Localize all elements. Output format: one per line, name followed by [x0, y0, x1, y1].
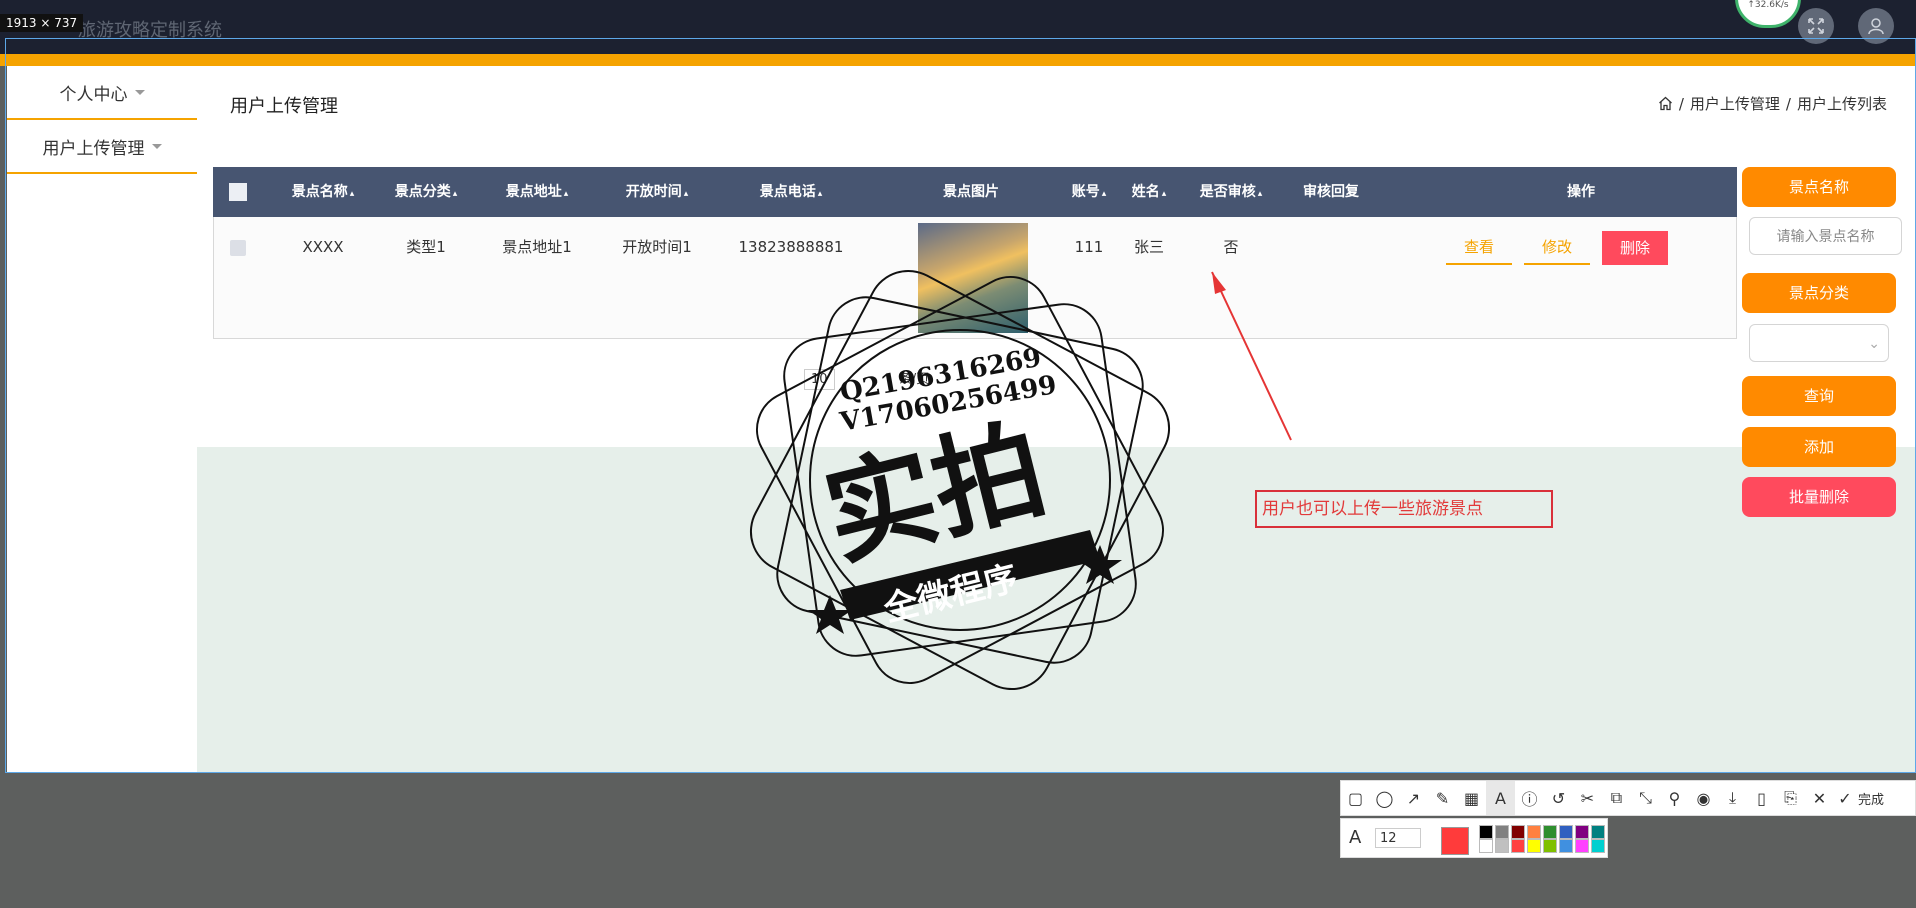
column-header: 景点图片 — [943, 184, 999, 200]
add-button[interactable]: 添加 — [1742, 427, 1896, 467]
color-swatch[interactable] — [1559, 839, 1573, 853]
color-swatch[interactable] — [1511, 825, 1525, 839]
column-header[interactable]: 景点地址 — [489, 167, 585, 217]
name-filter-label: 景点名称 — [1742, 167, 1896, 207]
phone-icon[interactable]: ▯ — [1747, 781, 1776, 815]
row-checkbox[interactable] — [213, 217, 263, 277]
color-swatch[interactable] — [1495, 839, 1509, 853]
view-button[interactable]: 查看 — [1446, 231, 1512, 265]
breadcrumb-separator: / — [1678, 94, 1684, 113]
batch-delete-button[interactable]: 批量删除 — [1742, 477, 1896, 517]
breadcrumb-separator: / — [1785, 94, 1791, 113]
annotation-arrow — [1211, 271, 1292, 441]
ocr-icon[interactable]: ⧉ — [1602, 781, 1631, 815]
column-header[interactable]: 账号 — [1059, 167, 1119, 217]
sidebar-item-label: 个人中心 — [59, 84, 128, 105]
table-header: 景点名称 景点分类 景点地址 开放时间 景点电话 景点图片 账号 姓名 是否审核… — [213, 167, 1737, 217]
number-icon[interactable]: ⓘ — [1515, 781, 1544, 815]
breadcrumb-item[interactable]: 用户上传管理 — [1690, 93, 1780, 114]
category-select[interactable]: ⌄ — [1749, 324, 1889, 362]
sidebar-item-label: 用户上传管理 — [42, 138, 145, 159]
cell-address: 景点地址1 — [502, 238, 572, 256]
text-style-panel: A 12 — [1340, 818, 1608, 858]
done-button[interactable]: 完成 — [1858, 789, 1884, 808]
color-swatch[interactable] — [1559, 825, 1573, 839]
sidebar-item-personal-center[interactable]: 个人中心 — [7, 66, 197, 120]
pin-icon[interactable]: ⚲ — [1660, 781, 1689, 815]
sidebar: 个人中心 用户上传管理 — [7, 66, 197, 773]
edit-button[interactable]: 修改 — [1524, 231, 1590, 265]
column-header: 审核回复 — [1303, 184, 1359, 200]
sidebar-item-upload-management[interactable]: 用户上传管理 — [7, 120, 197, 174]
chevron-down-icon — [151, 143, 162, 149]
user-avatar-icon[interactable] — [1858, 8, 1894, 44]
cell-category: 类型1 — [406, 238, 446, 256]
annotation-text-box[interactable]: 用户也可以上传一些旅游景点 — [1255, 490, 1553, 528]
chevron-down-icon — [134, 89, 145, 95]
column-header[interactable]: 景点电话 — [743, 167, 839, 217]
ellipse-icon[interactable]: ◯ — [1370, 781, 1399, 815]
watermark-stamp: Q2196316269 V17060256499 实拍 全微程序 — [749, 269, 1171, 691]
category-filter-label: 景点分类 — [1742, 273, 1896, 313]
font-size-select[interactable]: 12 — [1375, 828, 1421, 848]
breadcrumb: / 用户上传管理 / 用户上传列表 — [1658, 93, 1887, 114]
color-swatch[interactable] — [1511, 839, 1525, 853]
header-accent-bar — [0, 54, 1916, 66]
cut-icon[interactable]: ✂ — [1573, 781, 1602, 815]
select-all-checkbox[interactable] — [213, 167, 263, 217]
page-title: 用户上传管理 — [230, 96, 338, 117]
mosaic-icon[interactable]: ▦ — [1457, 781, 1486, 815]
color-swatch[interactable] — [1543, 839, 1557, 853]
undo-icon[interactable]: ↺ — [1544, 781, 1573, 815]
scroll-icon[interactable]: ⤡ — [1631, 781, 1660, 815]
check-icon[interactable]: ✓ — [1834, 781, 1856, 815]
download-icon[interactable]: ⤓ — [1718, 781, 1747, 815]
record-icon[interactable]: ◉ — [1689, 781, 1718, 815]
color-swatch[interactable] — [1543, 825, 1557, 839]
color-swatch[interactable] — [1575, 839, 1589, 853]
breadcrumb-item: 用户上传列表 — [1796, 95, 1887, 113]
query-button[interactable]: 查询 — [1742, 376, 1896, 416]
bookmark-icon[interactable]: ⎘ — [1776, 781, 1805, 815]
app-title: 旅游攻略定制系统 — [78, 20, 222, 41]
cell-open-time: 开放时间1 — [622, 238, 692, 256]
color-swatch[interactable] — [1591, 839, 1605, 853]
fullscreen-icon[interactable] — [1798, 8, 1834, 44]
delete-button[interactable]: 删除 — [1602, 231, 1668, 265]
column-header: 操作 — [1567, 184, 1595, 200]
name-search-input[interactable]: 请输入景点名称 — [1749, 217, 1902, 255]
chevron-down-icon: ⌄ — [1868, 336, 1880, 352]
color-swatch[interactable] — [1527, 825, 1541, 839]
color-swatch[interactable] — [1575, 825, 1589, 839]
color-swatch[interactable] — [1591, 825, 1605, 839]
screenshot-toolbar: ▢ ◯ ↗ ✎ ▦ A ⓘ ↺ ✂ ⧉ ⤡ ⚲ ◉ ⤓ ▯ ⎘ ✕ ✓ 完成 — [1340, 780, 1916, 816]
font-icon: A — [1349, 827, 1362, 848]
column-header[interactable]: 景点名称 — [275, 167, 371, 217]
column-header[interactable]: 是否审核 — [1183, 167, 1279, 217]
current-color-swatch[interactable] — [1441, 827, 1469, 855]
color-swatch[interactable] — [1479, 839, 1493, 853]
close-icon[interactable]: ✕ — [1805, 781, 1834, 815]
cell-name: XXXX — [302, 238, 344, 256]
color-swatch[interactable] — [1479, 825, 1493, 839]
arrow-icon[interactable]: ↗ — [1399, 781, 1428, 815]
pen-icon[interactable]: ✎ — [1428, 781, 1457, 815]
column-header[interactable]: 开放时间 — [609, 167, 705, 217]
rectangle-icon[interactable]: ▢ — [1341, 781, 1370, 815]
color-swatch[interactable] — [1527, 839, 1541, 853]
top-header-bar — [0, 0, 1916, 54]
selection-size-label: 1913 × 737 — [0, 14, 84, 32]
text-icon[interactable]: A — [1486, 781, 1515, 815]
color-swatch[interactable] — [1495, 825, 1509, 839]
column-header[interactable]: 姓名 — [1119, 167, 1179, 217]
home-icon[interactable] — [1658, 96, 1673, 111]
column-header[interactable]: 景点分类 — [378, 167, 474, 217]
